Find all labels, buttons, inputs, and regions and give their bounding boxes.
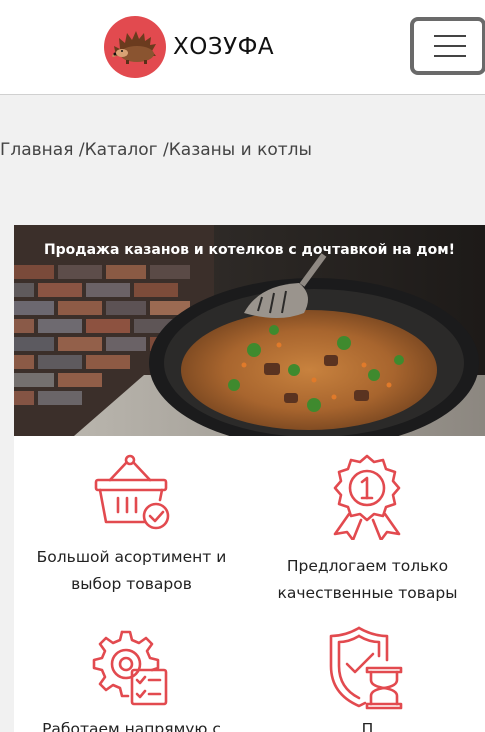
gear-checklist-icon	[92, 626, 170, 711]
feature-text: Предлогаем только качественные товары	[277, 557, 458, 602]
banner-title: Продажа казанов и котелков с дочтавкой н…	[43, 242, 456, 258]
site-header: ХОЗУФА	[0, 0, 485, 95]
feature-text: П	[361, 720, 374, 732]
logo-text: ХОЗУФА	[173, 34, 275, 60]
features-section: Большой асортимент и выбор товаров Предл…	[14, 436, 485, 732]
breadcrumb: Главная /Каталог /Казаны и котлы	[0, 140, 312, 160]
logo-link[interactable]: ХОЗУФА	[104, 16, 274, 78]
shield-hourglass-icon	[327, 626, 405, 715]
breadcrumb-separator: /	[73, 140, 85, 160]
award-badge-icon	[329, 454, 405, 545]
breadcrumb-separator: /	[157, 140, 169, 160]
menu-button[interactable]	[410, 17, 485, 75]
hedgehog-logo-icon	[104, 16, 166, 78]
breadcrumb-home[interactable]: Главная	[0, 140, 73, 160]
feature-text: Большой асортимент и выбор товаров	[36, 548, 227, 593]
breadcrumb-current: Казаны и котлы	[168, 140, 312, 160]
feature-text: Работаем напрямую с	[42, 720, 221, 732]
breadcrumb-catalog[interactable]: Каталог	[85, 140, 158, 160]
promo-banner[interactable]: Продажа казанов и котелков с дочтавкой н…	[14, 225, 485, 436]
basket-check-icon	[92, 454, 172, 537]
